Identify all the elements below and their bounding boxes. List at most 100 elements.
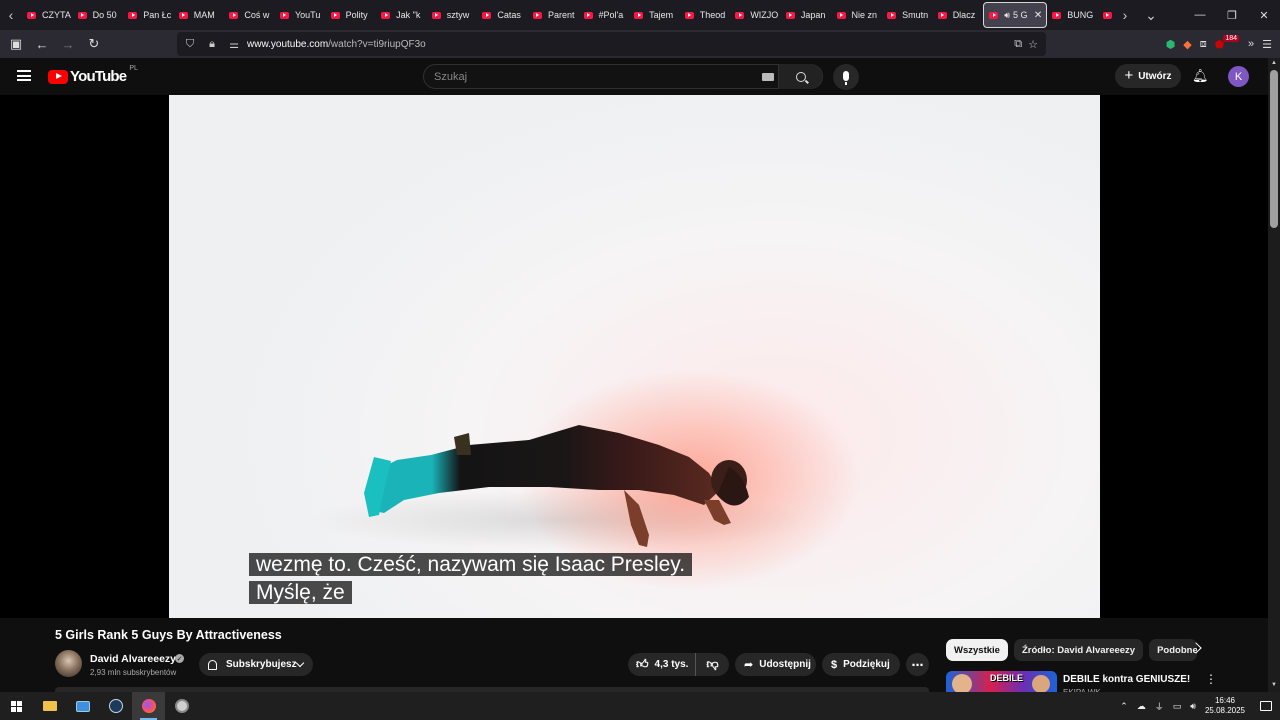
tab-label: Parent xyxy=(547,10,575,20)
address-bar[interactable]: ⛉ 🔒︎ ⚌ www.youtube.com/watch?v=ti9riupQF… xyxy=(177,32,1046,56)
browser-tab[interactable]: WIZJO xyxy=(730,2,781,28)
reload-icon[interactable]: ↻ xyxy=(82,32,106,56)
usb-icon[interactable]: ⏚ xyxy=(1155,700,1164,713)
notifications-bell-icon[interactable]: 🔔︎ xyxy=(1192,68,1209,84)
clock[interactable]: 16:46 25.08.2025 xyxy=(1205,696,1245,716)
bookmark-star-icon[interactable]: ☆ xyxy=(1028,38,1038,51)
chip-all[interactable]: Wszystkie xyxy=(946,639,1008,661)
tab-list-dropdown-icon[interactable]: ⌄ xyxy=(1136,0,1166,30)
close-window-icon[interactable]: ✕ xyxy=(1248,0,1280,30)
browser-tab[interactable]: #Pol'a xyxy=(579,2,630,28)
sidebar-toggle-icon[interactable]: ▣ xyxy=(4,32,28,56)
youtube-favicon-icon xyxy=(178,11,188,19)
chip-from-channel[interactable]: Źródło: David Alvareeezy xyxy=(1013,639,1144,661)
taskbar-file-explorer[interactable] xyxy=(33,692,66,720)
youtube-favicon-icon xyxy=(634,11,644,19)
more-vertical-icon[interactable]: ⋮ xyxy=(1205,672,1217,686)
tracking-shield-icon[interactable]: ⛉ xyxy=(181,38,199,51)
fox-extension-icon[interactable]: ◆ xyxy=(1183,38,1191,51)
youtube-favicon-icon xyxy=(330,11,340,19)
scroll-up-icon[interactable]: ▲ xyxy=(1271,60,1277,66)
browser-tab[interactable]: Catas xyxy=(477,2,528,28)
voice-search-button[interactable] xyxy=(833,64,859,90)
browser-tab[interactable]: Smutn xyxy=(882,2,933,28)
tab-audio-playing-icon[interactable]: 🔊︎ xyxy=(1004,10,1010,21)
folder-icon xyxy=(42,701,57,711)
youtube-logo[interactable]: YouTube PL xyxy=(48,65,138,85)
browser-tab-active[interactable]: 🔊︎ 5 G ✕ xyxy=(983,2,1048,28)
forward-icon[interactable]: → xyxy=(56,32,80,56)
browser-tab[interactable]: Jak "k xyxy=(376,2,427,28)
close-tab-icon[interactable]: ✕ xyxy=(1034,10,1042,21)
dislike-button[interactable]: 👎︎ xyxy=(696,657,729,672)
taskbar-firefox[interactable] xyxy=(132,692,165,720)
browser-tab[interactable]: sztyw xyxy=(427,2,478,28)
tab-label: CZYTA xyxy=(42,10,71,20)
create-button[interactable]: + Utwórz xyxy=(1115,64,1181,88)
recommended-video-thumbnail[interactable]: DEBILE xyxy=(946,671,1057,692)
browser-tab[interactable]: Nie zn xyxy=(832,2,883,28)
scroll-down-icon[interactable]: ▼ xyxy=(1271,682,1277,688)
youtube-logo-text: YouTube xyxy=(70,68,127,85)
browser-tab[interactable]: BUNG xyxy=(1047,2,1098,28)
tray-overflow-chevron-icon[interactable]: ⌃ xyxy=(1120,701,1128,712)
restore-icon[interactable]: ❐ xyxy=(1216,0,1248,30)
tabs-scroll-right-icon[interactable]: › xyxy=(1114,0,1136,30)
onedrive-cloud-icon[interactable]: ☁ xyxy=(1137,701,1146,712)
picture-in-picture-icon[interactable]: ⧉ xyxy=(1014,38,1022,51)
scrollbar-thumb[interactable] xyxy=(1270,70,1278,228)
browser-tab[interactable]: YouTu xyxy=(275,2,326,28)
app-menu-icon[interactable]: ☰ xyxy=(1262,38,1272,51)
share-button[interactable]: ➦ Udostępnij xyxy=(735,653,816,676)
minimize-icon[interactable]: — xyxy=(1184,0,1216,30)
video-player[interactable]: wezmę to. Cześć, nazywam się Isaac Presl… xyxy=(0,95,1268,618)
tab-label: Nie zn xyxy=(851,10,878,20)
browser-tab[interactable]: Parent xyxy=(528,2,579,28)
more-horizontal-icon: ⋯ xyxy=(911,657,924,672)
notifications-icon[interactable] xyxy=(1260,701,1272,711)
more-actions-button[interactable]: ⋯ xyxy=(906,653,929,676)
clock-time: 16:46 xyxy=(1214,696,1235,705)
chip-related[interactable]: Podobne xyxy=(1149,639,1198,661)
recommended-video-title[interactable]: DEBILE kontra GENIUSZE! xyxy=(1063,674,1190,685)
taskbar-app[interactable] xyxy=(165,692,198,720)
tabs-scroll-left-icon[interactable]: ‹ xyxy=(0,0,22,30)
video-frame[interactable] xyxy=(169,95,1100,618)
browser-tab[interactable]: Bun xyxy=(1098,2,1114,28)
subscribe-button[interactable]: Subskrybujesz xyxy=(199,653,313,676)
lock-icon[interactable]: 🔒︎ xyxy=(203,38,221,51)
tab-label: Theod xyxy=(699,10,726,20)
channel-avatar[interactable] xyxy=(55,650,82,677)
vpn-extension-icon[interactable]: ⬢ xyxy=(1166,38,1176,51)
keyboard-icon[interactable] xyxy=(762,73,774,81)
overflow-chevrons-icon[interactable]: » xyxy=(1248,38,1254,50)
browser-tab[interactable]: Japan xyxy=(781,2,832,28)
volume-icon[interactable]: 🔊︎ xyxy=(1190,701,1196,712)
search-input[interactable] xyxy=(424,70,744,83)
taskbar-remote-desktop[interactable] xyxy=(66,692,99,720)
browser-tab[interactable]: CZYTA xyxy=(22,2,73,28)
hamburger-menu-icon[interactable] xyxy=(17,70,31,81)
network-icon[interactable]: ▭ xyxy=(1173,701,1182,712)
thanks-button[interactable]: $ Podziękuj xyxy=(822,653,900,676)
browser-tab[interactable]: Coś w xyxy=(224,2,275,28)
browser-tab[interactable]: Do 50 xyxy=(73,2,124,28)
url-text[interactable]: www.youtube.com/watch?v=ti9riupQF3o xyxy=(247,39,426,50)
search-button[interactable] xyxy=(778,64,822,89)
channel-name[interactable]: David Alvareeezy xyxy=(90,653,176,665)
taskbar-steam[interactable] xyxy=(99,692,132,720)
back-icon[interactable]: ← xyxy=(30,32,54,56)
like-button[interactable]: 👍︎ 4,3 tys. xyxy=(628,653,696,676)
browser-tab[interactable]: Pan Łc xyxy=(123,2,174,28)
browser-tab[interactable]: Tajem xyxy=(629,2,680,28)
browser-tab[interactable]: MAM xyxy=(174,2,225,28)
account-avatar[interactable]: K xyxy=(1228,66,1249,87)
video-title: 5 Girls Rank 5 Guys By Attractiveness xyxy=(55,628,282,642)
browser-tab[interactable]: Theod xyxy=(680,2,731,28)
browser-tab[interactable]: Polity xyxy=(326,2,377,28)
browser-tab[interactable]: Dlacz xyxy=(933,2,984,28)
extensions-puzzle-icon[interactable]: ⧈ xyxy=(1200,38,1207,51)
permissions-icon[interactable]: ⚌ xyxy=(225,38,243,51)
page-scrollbar[interactable]: ▲ ▼ xyxy=(1268,58,1280,692)
start-button[interactable] xyxy=(0,692,33,720)
